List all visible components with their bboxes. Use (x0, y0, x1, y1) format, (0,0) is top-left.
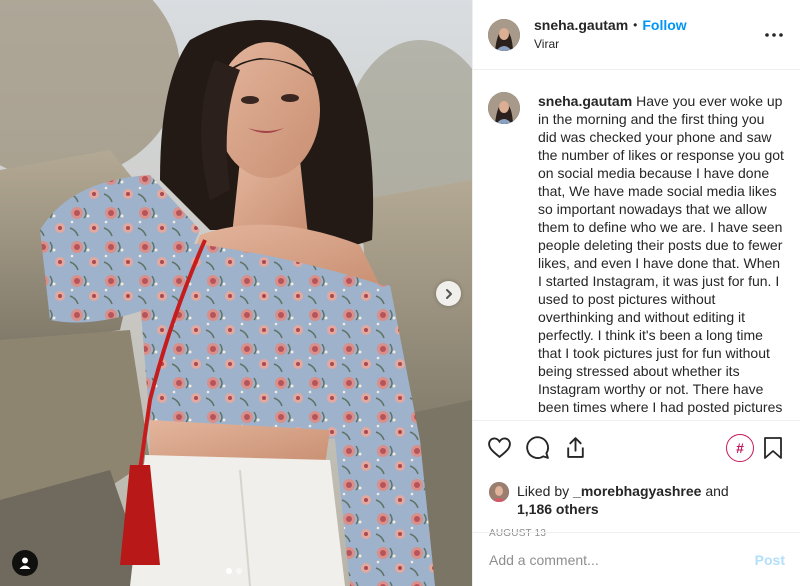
heart-icon (488, 437, 511, 459)
likes-count[interactable]: 1,186 others (517, 501, 599, 517)
share-button[interactable] (563, 429, 601, 467)
header-text: sneha.gautam • Follow Virar (534, 17, 762, 52)
liker-username[interactable]: _morebhagyashree (573, 483, 701, 499)
tagged-people-button[interactable] (12, 550, 38, 576)
separator-dot: • (633, 18, 638, 32)
liker-photo (489, 482, 509, 502)
instagram-post: sneha.gautam • Follow Virar sneha.gautam… (0, 0, 800, 586)
hashtag-button[interactable]: # (726, 433, 754, 462)
username-link[interactable]: sneha.gautam (534, 17, 628, 33)
user-icon (19, 557, 31, 569)
profile-photo (488, 18, 520, 51)
follow-button[interactable]: Follow (642, 17, 686, 33)
liked-by-conj: and (705, 483, 729, 499)
caption: sneha.gautam Have you ever woke up in the… (538, 92, 784, 420)
likes-text: Liked by _morebhagyashree and 1,186 othe… (517, 482, 729, 518)
likes-summary: Liked by _morebhagyashree and 1,186 othe… (473, 474, 800, 518)
like-button[interactable] (487, 429, 525, 467)
caption-text: Have you ever woke up in the morning and… (538, 93, 784, 420)
bookmark-icon (764, 436, 782, 459)
more-options-button[interactable] (762, 23, 786, 47)
post-side-panel: sneha.gautam • Follow Virar sneha.gautam… (472, 0, 800, 586)
liker-avatar[interactable] (489, 482, 509, 502)
carousel-dot (236, 568, 242, 574)
location-link[interactable]: Virar (534, 36, 762, 52)
next-slide-button[interactable] (436, 281, 461, 306)
post-header: sneha.gautam • Follow Virar (473, 0, 800, 70)
header-row: sneha.gautam • Follow (534, 17, 762, 33)
caption-username[interactable]: sneha.gautam (538, 93, 632, 109)
comment-button[interactable] (525, 429, 563, 467)
comment-bar: Post (473, 532, 800, 586)
photo-scene (0, 0, 472, 586)
comments-section[interactable]: sneha.gautam Have you ever woke up in the… (473, 70, 800, 420)
chevron-right-icon (445, 288, 452, 299)
comment-icon (526, 436, 549, 459)
carousel-dot (226, 568, 232, 574)
more-options-icon (765, 32, 783, 37)
save-button[interactable] (762, 429, 786, 467)
profile-photo (488, 92, 520, 124)
carousel-indicator (226, 568, 242, 574)
share-icon (567, 437, 584, 458)
comment-input[interactable] (489, 551, 755, 568)
liked-by-prefix: Liked by (517, 483, 570, 499)
action-bar: # (473, 420, 800, 474)
post-comment-button[interactable]: Post (755, 552, 785, 568)
post-photo[interactable] (0, 0, 472, 586)
avatar[interactable] (488, 18, 520, 51)
caption-avatar[interactable] (488, 92, 520, 124)
